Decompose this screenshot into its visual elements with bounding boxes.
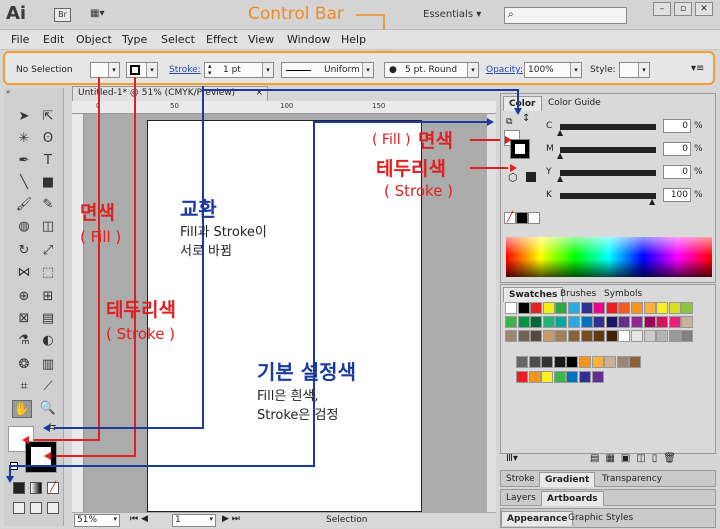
annotation-swap-desc1: Fill과 Stroke이 (180, 225, 267, 240)
annotation-default-desc2: Stroke은 검정 (257, 408, 339, 423)
annotation-fill-left: 면색 (80, 202, 115, 224)
annotation-stroke-left: 테두리색 (106, 299, 176, 321)
annotation-stroke-right: 테두리색 (376, 158, 446, 180)
annotation-swap-desc2: 서로 바뀜 (180, 244, 232, 259)
annotation-fill-right: 면색 (418, 130, 453, 152)
annotation-fill-left-sub: ( Fill ) (80, 228, 122, 246)
annotation-default-title: 기본 설정색 (257, 360, 356, 384)
annotation-default-desc1: Fill은 흰색, (257, 389, 319, 404)
annotation-lines (6, 77, 522, 483)
annotation-swap-title: 교환 (180, 197, 217, 221)
annotation-fill-right-prefix: ( Fill ) (372, 132, 411, 148)
annotation-stroke-right-sub: ( Stroke ) (384, 182, 454, 200)
illustrator-window: Ai Br ▦▾ Control Bar Essentials ▾ ⌕ – ▫ … (0, 0, 720, 529)
annotation-stroke-left-sub: ( Stroke ) (106, 325, 176, 343)
